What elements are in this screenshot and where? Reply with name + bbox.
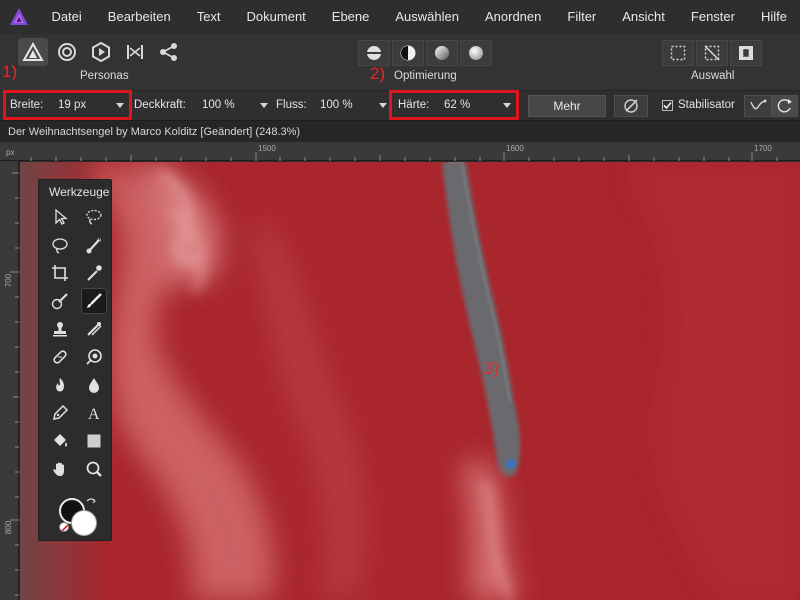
hand-tool-icon[interactable] xyxy=(47,456,73,482)
no-color-icon[interactable] xyxy=(59,522,69,532)
boolean-icon[interactable] xyxy=(358,40,390,66)
optimierung-group xyxy=(358,40,492,66)
healing-brush-icon[interactable] xyxy=(47,344,73,370)
tone-mapping-persona-icon[interactable] xyxy=(120,38,150,66)
invert-selection-icon[interactable] xyxy=(730,40,762,66)
deckkraft-label: Deckkraft: xyxy=(134,99,186,111)
sphere-icon[interactable] xyxy=(460,40,492,66)
text-tool-icon[interactable]: A xyxy=(81,400,107,426)
blur-drop-icon[interactable] xyxy=(81,372,107,398)
mehr-button[interactable]: Mehr xyxy=(528,95,606,117)
liquify-persona-icon[interactable] xyxy=(52,38,82,66)
rectangle-tool-icon[interactable] xyxy=(81,428,107,454)
tools-panel: Werkzeuge A xyxy=(38,179,112,541)
burn-tool-icon[interactable] xyxy=(47,372,73,398)
mask-brush-icon[interactable] xyxy=(47,288,73,314)
move-tool-icon[interactable] xyxy=(47,204,73,230)
fluss-dropdown-icon[interactable] xyxy=(379,103,387,108)
menu-anordnen[interactable]: Anordnen xyxy=(472,0,554,34)
fluss-label: Fluss: xyxy=(276,99,307,111)
stabilisator-label: Stabilisator xyxy=(678,99,735,111)
annotation-3: 3) xyxy=(484,359,500,378)
document-canvas[interactable]: 3) xyxy=(20,162,800,600)
zoom-tool-icon[interactable] xyxy=(81,456,107,482)
secondary-color-swatch[interactable] xyxy=(71,510,97,536)
photo-persona-icon[interactable] xyxy=(18,38,48,66)
stabilisator-checkbox[interactable] xyxy=(662,100,673,111)
export-persona-icon[interactable] xyxy=(154,38,184,66)
paint-brush-icon[interactable] xyxy=(81,288,107,314)
pen-tool-icon[interactable] xyxy=(47,400,73,426)
menu-ebene[interactable]: Ebene xyxy=(319,0,383,34)
freehand-selection-icon[interactable] xyxy=(81,204,107,230)
menu-ansicht[interactable]: Ansicht xyxy=(609,0,678,34)
ruler-left-ticks xyxy=(10,172,19,596)
deselect-icon[interactable] xyxy=(696,40,728,66)
annotation-box-breite xyxy=(3,90,132,120)
menu-fenster[interactable]: Fenster xyxy=(678,0,748,34)
document-tab-bar: Der Weihnachtsengel by Marco Kolditz [Ge… xyxy=(0,120,800,142)
annotation-2: 2) xyxy=(370,64,386,83)
dodge-burn-icon[interactable] xyxy=(81,344,107,370)
brush-cursor-icon xyxy=(506,459,516,469)
lasso-selection-icon[interactable] xyxy=(47,232,73,258)
deckkraft-field[interactable]: 100 % xyxy=(202,99,235,111)
window-mode-icon[interactable] xyxy=(772,95,798,117)
gradient-sphere-icon[interactable] xyxy=(426,40,458,66)
contrast-icon[interactable] xyxy=(392,40,424,66)
color-picker-icon[interactable] xyxy=(81,260,107,286)
affinity-logo-icon xyxy=(0,0,38,34)
ruler-left[interactable]: 700 800 xyxy=(0,161,19,600)
clone-stamp-icon[interactable] xyxy=(47,316,73,342)
menu-text[interactable]: Text xyxy=(184,0,234,34)
menu-hilfe[interactable]: Hilfe xyxy=(748,0,800,34)
svg-text:A: A xyxy=(88,406,100,422)
auswahl-group xyxy=(662,40,762,66)
develop-persona-icon[interactable] xyxy=(86,38,116,66)
rope-mode-icon[interactable] xyxy=(744,95,772,117)
optimierung-label: Optimierung xyxy=(394,70,457,82)
personas-group xyxy=(18,38,184,66)
crop-tool-icon[interactable] xyxy=(47,260,73,286)
canvas-image xyxy=(20,162,800,600)
selection-brush-icon[interactable] xyxy=(81,232,107,258)
context-toolbar: Breite: 19 px Deckkraft: 100 % Fluss: 10… xyxy=(0,90,800,120)
main-toolbar: Personas Optimierung Auswahl 1) 2) xyxy=(0,34,800,90)
swap-colors-icon[interactable] xyxy=(85,496,97,508)
menu-auswaehlen[interactable]: Auswählen xyxy=(382,0,472,34)
ruler-top[interactable]: px 1500 1600 1700 xyxy=(0,142,800,161)
menu-dokument[interactable]: Dokument xyxy=(234,0,319,34)
marquee-icon[interactable] xyxy=(662,40,694,66)
personas-label: Personas xyxy=(80,70,129,82)
menu-bar: Datei Bearbeiten Text Dokument Ebene Aus… xyxy=(0,0,800,34)
menu-datei[interactable]: Datei xyxy=(38,0,94,34)
fill-bucket-icon[interactable] xyxy=(47,428,73,454)
menu-bearbeiten[interactable]: Bearbeiten xyxy=(95,0,184,34)
tools-panel-title: Werkzeuge xyxy=(49,185,110,199)
brush-options-icon[interactable] xyxy=(614,95,648,117)
deckkraft-dropdown-icon[interactable] xyxy=(260,103,268,108)
auswahl-label: Auswahl xyxy=(691,70,735,82)
paint-mixer-icon[interactable] xyxy=(81,316,107,342)
ruler-top-ticks xyxy=(30,152,778,161)
menu-filter[interactable]: Filter xyxy=(554,0,609,34)
fluss-field[interactable]: 100 % xyxy=(320,99,353,111)
annotation-box-haerte xyxy=(389,90,519,120)
document-title[interactable]: Der Weihnachtsengel by Marco Kolditz [Ge… xyxy=(8,126,300,138)
annotation-1: 1) xyxy=(2,62,18,81)
